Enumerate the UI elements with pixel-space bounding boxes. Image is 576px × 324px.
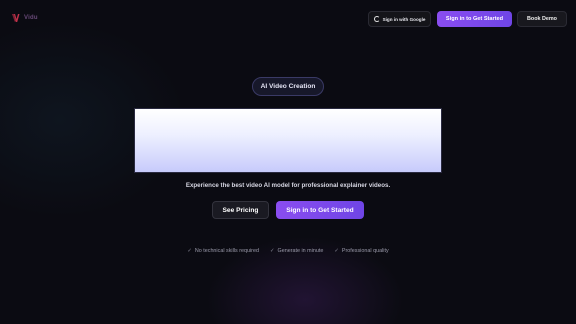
feature-item: ✓ No technical skills required: [187, 248, 259, 254]
check-icon: ✓: [334, 248, 339, 254]
feature-label: No technical skills required: [194, 248, 259, 254]
google-signin-label: Sign in with Google: [382, 16, 426, 22]
feature-label: Professional quality: [341, 248, 389, 254]
header-signin-button[interactable]: Sign in to Get Started: [437, 11, 512, 27]
google-signin-button[interactable]: Sign in with Google: [368, 11, 431, 27]
feature-list: ✓ No technical skills required ✓ Generat…: [0, 248, 576, 254]
see-pricing-button[interactable]: See Pricing: [212, 201, 269, 219]
logo-text: Vidu: [24, 15, 38, 21]
check-icon: ✓: [269, 248, 275, 254]
hero-signin-button[interactable]: Sign in to Get Started: [276, 201, 364, 219]
logo[interactable]: Vidu: [11, 13, 38, 23]
logo-icon: [12, 14, 20, 22]
ai-video-creation-badge: AI Video Creation: [252, 77, 324, 96]
hero-banner-image: [134, 108, 442, 173]
feature-item: ✓ Professional quality: [334, 248, 388, 254]
feature-label: Generate in minute: [277, 248, 324, 254]
check-icon: ✓: [187, 248, 192, 254]
hero-subtitle: Experience the best video AI model for p…: [185, 182, 391, 189]
feature-item: ✓ Generate in minute: [270, 248, 323, 254]
google-icon: [373, 16, 380, 22]
book-demo-button[interactable]: Book Demo: [517, 11, 567, 27]
